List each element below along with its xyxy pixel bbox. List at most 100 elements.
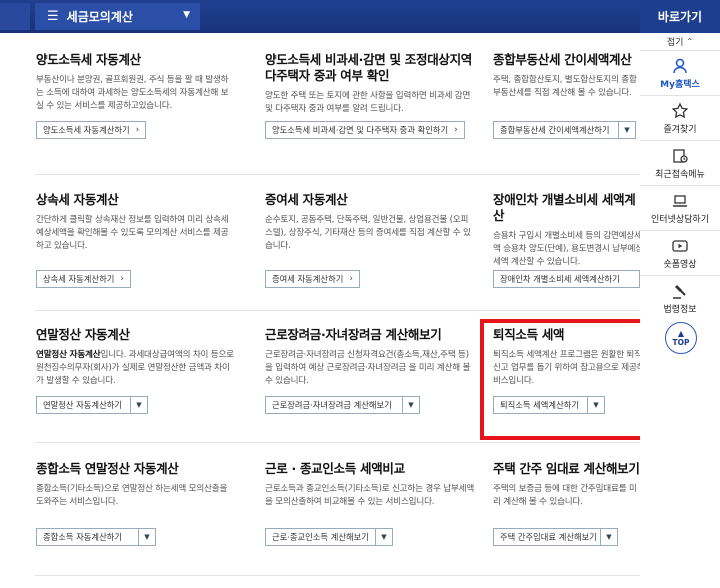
- chevron-down-icon: ▼: [600, 529, 617, 545]
- button-label: 양도소득세 자동계산하기: [43, 125, 130, 135]
- hamburger-icon: ☰: [47, 9, 59, 24]
- comprehensive-income-select[interactable]: 종합소득 자동계산하기 ▼: [36, 528, 156, 546]
- sidebar-item-label: 최근접속메뉴: [655, 169, 705, 180]
- card-description: 종합소득(기타소득)으로 연말정산 하는세액 모의산출을 도와주는 서비스입니다…: [36, 484, 228, 507]
- sidebar-item-label: 숏폼영상: [663, 259, 697, 270]
- top-navigation-bar: ☰ 세금모의계산 ▼: [0, 0, 720, 33]
- laptop-icon: [671, 192, 689, 210]
- real-estate-tax-calc-select[interactable]: 종합부동산세 간이세액계산하기 ▼: [493, 121, 636, 139]
- card-capital-gains-tax: 양도소득세 자동계산 부동산이나 분양권, 골프회원권, 주식 등을 팔 때 발…: [36, 52, 236, 113]
- chevron-down-icon: ▼: [130, 397, 147, 413]
- chevron-right-icon: ›: [120, 274, 124, 284]
- card-description: 주택의 보증금 등에 대한 간주임대료를 미리 계산해 볼 수 있습니다.: [493, 484, 637, 507]
- chevron-up-icon: ⌃: [686, 37, 694, 46]
- select-label: 근로장려금·자녀장려금 계산해보기: [272, 400, 392, 410]
- menu-label: 세금모의계산: [66, 10, 133, 24]
- card-title: 양도소득세 비과세·감면 및 조정대상지역 다주택자 중과 여부 확인: [265, 52, 473, 83]
- card-title: 상속세 자동계산: [36, 192, 119, 207]
- row-divider: [35, 310, 640, 311]
- gavel-icon: [671, 282, 689, 300]
- card-description: 근로장려금·자녀장려금 신청자격요건(총소득,재산,주택 등) 을 입력하여 예…: [265, 350, 471, 386]
- earned-income-incentive-select[interactable]: 근로장려금·자녀장려금 계산해보기 ▼: [265, 396, 420, 414]
- card-description: 승용차 구입시 개별소비세 등의 감면예상세액 승용차 양도(단예), 용도변경…: [493, 231, 643, 267]
- capital-gains-exemption-button[interactable]: 양도소득세 비과세·감면 및 다주택자 중과 확인하기 ›: [265, 121, 465, 139]
- card-description: 순수토지, 공동주택, 단독주택, 일반건물, 상업용건물 (오피스텔), 상장…: [265, 215, 471, 251]
- sidebar-item-short-video[interactable]: 숏폼영상: [640, 230, 720, 275]
- arrow-up-icon: ▲: [677, 328, 685, 338]
- sidebar-item-recent-menu[interactable]: 최근접속메뉴: [640, 140, 720, 185]
- chevron-right-icon: ›: [349, 274, 353, 284]
- inheritance-tax-calc-button[interactable]: 상속세 자동계산하기 ›: [36, 270, 131, 288]
- chevron-down-icon: ▼: [375, 529, 392, 545]
- button-label: 증여세 자동계산하기: [272, 274, 344, 284]
- tax-simulation-menu-dropdown[interactable]: ☰ 세금모의계산 ▼: [35, 3, 200, 30]
- card-title: 장애인차 개별소비세 세액계산: [493, 192, 636, 223]
- card-description: 간단하게 클릭할 상속재산 정보를 입력하여 미리 상속세 예상세액을 확인해볼…: [36, 215, 229, 251]
- card-capital-gains-exemption: 양도소득세 비과세·감면 및 조정대상지역 다주택자 중과 여부 확인 양도한 …: [265, 52, 475, 116]
- disabled-vehicle-tax-button[interactable]: 장애인차 개별소비세 세액계산하기: [493, 270, 640, 288]
- select-label: 근로·종교인소득 계산해보기: [272, 532, 369, 542]
- card-title: 종합소득 연말정산 자동계산: [36, 461, 179, 476]
- card-comprehensive-income-settlement: 종합소득 연말정산 자동계산 종합소득(기타소득)으로 연말정산 하는세액 모의…: [36, 461, 236, 509]
- recent-menu-icon: [671, 147, 689, 165]
- card-comprehensive-real-estate-tax: 종합부동산세 간이세액계산 주택, 종합합산토지, 별도합산토지의 종합부동산세…: [493, 52, 643, 100]
- sidebar-item-label: 법령정보: [663, 304, 697, 315]
- description-bold: 연말정산 자동계산: [36, 350, 101, 360]
- sidebar-item-label: 인터넷상담하기: [651, 214, 709, 225]
- religious-income-select[interactable]: 근로·종교인소득 계산해보기 ▼: [265, 528, 393, 546]
- person-icon: [671, 57, 689, 75]
- card-title: 근로 · 종교인소득 세액비교: [265, 461, 405, 476]
- select-label: 연말정산 자동계산하기: [43, 400, 122, 410]
- row-divider: [35, 442, 640, 443]
- caret-down-icon: ▼: [183, 10, 190, 20]
- capital-gains-tax-calc-button[interactable]: 양도소득세 자동계산하기 ›: [36, 121, 147, 139]
- card-disabled-vehicle-tax: 장애인차 개별소비세 세액계산 승용차 구입시 개별소비세 등의 감면예상세액 …: [493, 192, 643, 269]
- card-deemed-rent: 주택 간주 임대료 계산해보기 주택의 보증금 등에 대한 간주임대료를 미리 …: [493, 461, 643, 509]
- sidebar-item-favorites[interactable]: 즐겨찾기: [640, 95, 720, 140]
- card-description: 근로소득과 종교인소득(기타소득)로 신고하는 경우 납부세액을 모의산출하여 …: [265, 484, 475, 507]
- card-inheritance-tax: 상속세 자동계산 간단하게 클릭할 상속재산 정보를 입력하여 미리 상속세 예…: [36, 192, 236, 253]
- card-title: 증여세 자동계산: [265, 192, 348, 207]
- button-label: 장애인차 개별소비세 세액계산하기: [500, 274, 620, 284]
- sidebar-fold-button[interactable]: 접기 ⌃: [640, 33, 720, 50]
- year-end-settlement-select[interactable]: 연말정산 자동계산하기 ▼: [36, 396, 148, 414]
- select-label: 종합부동산세 간이세액계산하기: [500, 125, 610, 135]
- card-description: 주택, 종합합산토지, 별도합산토지의 종합부동산세를 직접 계산해 볼 수 있…: [493, 75, 637, 98]
- star-icon: [671, 101, 689, 120]
- card-title: 근로장려금·자녀장려금 계산해보기: [265, 327, 442, 342]
- card-earned-income-incentive: 근로장려금·자녀장려금 계산해보기 근로장려금·자녀장려금 신청자격요건(총소득…: [265, 327, 475, 388]
- card-title: 연말정산 자동계산: [36, 327, 130, 342]
- top-bar-left-tab: [0, 3, 30, 30]
- sidebar-item-label: My홈택스: [660, 79, 700, 90]
- chevron-down-icon: ▼: [618, 122, 635, 138]
- card-description: 양도한 주택 또는 토지에 관한 사항을 입력하면 비과세 감면 및 다주택자 …: [265, 91, 471, 114]
- sidebar-item-online-consultation[interactable]: 인터넷상담하기: [640, 185, 720, 230]
- button-label: 상속세 자동계산하기: [43, 274, 115, 284]
- card-description: 부동산이나 분양권, 골프회원권, 주식 등을 팔 때 발생하는 소득에 대하여…: [36, 75, 229, 111]
- card-title: 주택 간주 임대료 계산해보기: [493, 461, 640, 476]
- card-religious-income-comparison: 근로 · 종교인소득 세액비교 근로소득과 종교인소득(기타소득)로 신고하는 …: [265, 461, 475, 509]
- row-divider: [35, 575, 640, 576]
- chevron-down-icon: ▼: [138, 529, 155, 545]
- button-label: 양도소득세 비과세·감면 및 다주택자 중과 확인하기: [272, 125, 449, 135]
- scroll-to-top-button[interactable]: ▲ TOP: [665, 322, 697, 354]
- row-divider: [35, 174, 640, 175]
- sidebar-item-law-info[interactable]: 법령정보: [640, 275, 720, 320]
- sidebar-item-my-hometax[interactable]: My홈택스: [640, 50, 720, 95]
- chevron-down-icon: ▼: [402, 397, 419, 413]
- deemed-rent-select[interactable]: 주택 간주임대료 계산해보기 ▼: [493, 528, 618, 546]
- sidebar-item-label: 즐겨찾기: [663, 124, 697, 135]
- chevron-right-icon: ›: [454, 125, 458, 135]
- sidebar-title: 바로가기: [640, 0, 720, 33]
- top-label: TOP: [672, 337, 690, 347]
- card-description: 연말정산 자동계산입니다. 과세대상급여액의 차이 등으로 원천징수의무자(회사…: [36, 349, 236, 388]
- chevron-right-icon: ›: [135, 125, 140, 135]
- fold-label: 접기: [666, 38, 684, 48]
- select-label: 주택 간주임대료 계산해보기: [500, 532, 597, 542]
- select-label: 종합소득 자동계산하기: [43, 532, 122, 542]
- gift-tax-calc-button[interactable]: 증여세 자동계산하기 ›: [265, 270, 360, 288]
- card-title: 종합부동산세 간이세액계산: [493, 52, 632, 67]
- card-gift-tax: 증여세 자동계산 순수토지, 공동주택, 단독주택, 일반건물, 상업용건물 (…: [265, 192, 475, 253]
- card-year-end-settlement: 연말정산 자동계산 연말정산 자동계산입니다. 과세대상급여액의 차이 등으로 …: [36, 327, 236, 388]
- quick-links-sidebar: 바로가기 접기 ⌃ My홈택스 즐겨찾기 최근접속메뉴 인터넷상담하기 숏폼영상: [640, 0, 720, 588]
